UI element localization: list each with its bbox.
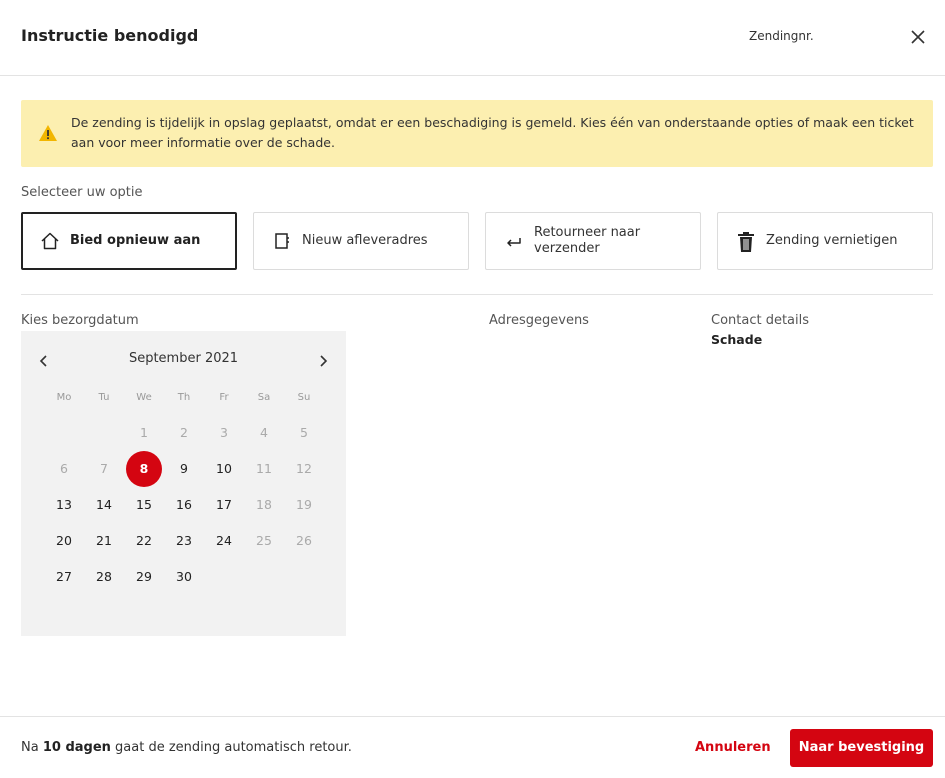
- address-book-icon: [272, 231, 292, 251]
- option-label: Zending vernietigen: [766, 233, 898, 248]
- trash-icon: [736, 231, 756, 252]
- calendar-day: 12: [296, 461, 312, 476]
- calendar-day: 2: [180, 425, 188, 440]
- section-divider: [21, 294, 933, 295]
- weekday-label: We: [136, 392, 152, 403]
- home-icon: [40, 231, 60, 251]
- calendar-day[interactable]: 17: [206, 487, 242, 523]
- calendar-day[interactable]: 22: [126, 523, 162, 559]
- calendar-day: 7: [100, 461, 108, 476]
- modal-footer: Na 10 dagen gaat de zending automatisch …: [0, 716, 945, 778]
- calendar-day: 3: [220, 425, 228, 440]
- calendar-day: 26: [296, 533, 312, 548]
- address-details-label: Adresgegevens: [489, 313, 589, 328]
- notice-suffix: gaat de zending automatisch retour.: [110, 740, 352, 755]
- calendar-day: 5: [300, 425, 308, 440]
- calendar-day[interactable]: 20: [46, 523, 82, 559]
- option-new-address[interactable]: Nieuw afleveradres: [253, 212, 469, 270]
- calendar-day[interactable]: 9: [166, 451, 202, 487]
- calendar-day[interactable]: 24: [206, 523, 242, 559]
- calendar-day: 1: [140, 425, 148, 440]
- shipment-number-label: Zendingnr.: [749, 29, 814, 43]
- close-icon[interactable]: [908, 27, 928, 47]
- cancel-button[interactable]: Annuleren: [695, 740, 771, 755]
- warning-icon: [38, 124, 58, 142]
- calendar-day[interactable]: 15: [126, 487, 162, 523]
- page-title: Instructie benodigd: [21, 26, 199, 45]
- date-picker: September 2021 Mo Tu We Th Fr Sa Su 1 2 3 4 5 6 7 8 9 10…: [21, 331, 346, 636]
- calendar-day[interactable]: 14: [86, 487, 122, 523]
- delivery-date-label: Kies bezorgdatum: [21, 313, 139, 328]
- calendar-day[interactable]: 21: [86, 523, 122, 559]
- auto-return-notice: Na 10 dagen gaat de zending automatisch …: [21, 740, 352, 755]
- notice-prefix: Na: [21, 740, 43, 755]
- weekday-label: Th: [177, 392, 191, 403]
- calendar-day: 6: [60, 461, 68, 476]
- modal-header: Instructie benodigd Zendingnr.: [0, 0, 945, 76]
- option-section-label: Selecteer uw optie: [21, 185, 143, 200]
- calendar-day[interactable]: 13: [46, 487, 82, 523]
- confirm-button[interactable]: Naar bevestiging: [790, 729, 933, 767]
- weekday-label: Fr: [219, 392, 229, 403]
- calendar-day[interactable]: 10: [206, 451, 242, 487]
- calendar-day: 19: [296, 497, 312, 512]
- notice-days: 10 dagen: [42, 740, 111, 755]
- calendar-day[interactable]: 29: [126, 559, 162, 595]
- calendar-day[interactable]: 27: [46, 559, 82, 595]
- contact-details-label: Contact details: [711, 313, 810, 328]
- weekday-label: Mo: [56, 392, 72, 403]
- calendar-day[interactable]: 28: [86, 559, 122, 595]
- calendar-day-selected[interactable]: 8: [126, 451, 162, 487]
- option-label: Bied opnieuw aan: [70, 233, 201, 248]
- calendar-day[interactable]: 16: [166, 487, 202, 523]
- option-return-to-sender[interactable]: Retourneer naar verzender: [485, 212, 701, 270]
- weekday-label: Su: [297, 392, 311, 403]
- calendar-day: 4: [260, 425, 268, 440]
- option-label: Nieuw afleveradres: [302, 233, 428, 248]
- calendar-day: 11: [256, 461, 272, 476]
- weekday-label: Tu: [98, 392, 110, 403]
- calendar-day[interactable]: 23: [166, 523, 202, 559]
- option-label: Retourneer naar verzender: [534, 225, 641, 256]
- return-arrow-icon: [504, 231, 524, 251]
- weekday-label: Sa: [257, 392, 271, 403]
- alert-message: De zending is tijdelijk in opslag geplaa…: [71, 115, 914, 150]
- contact-details-value: Schade: [711, 332, 763, 347]
- calendar-month: September 2021: [128, 351, 239, 366]
- chevron-right-icon[interactable]: [316, 353, 330, 369]
- damage-alert: De zending is tijdelijk in opslag geplaa…: [21, 100, 933, 167]
- calendar-day[interactable]: 30: [166, 559, 202, 595]
- calendar-day: 18: [256, 497, 272, 512]
- option-offer-again[interactable]: Bied opnieuw aan: [21, 212, 237, 270]
- calendar-day: 25: [256, 533, 272, 548]
- option-destroy-shipment[interactable]: Zending vernietigen: [717, 212, 933, 270]
